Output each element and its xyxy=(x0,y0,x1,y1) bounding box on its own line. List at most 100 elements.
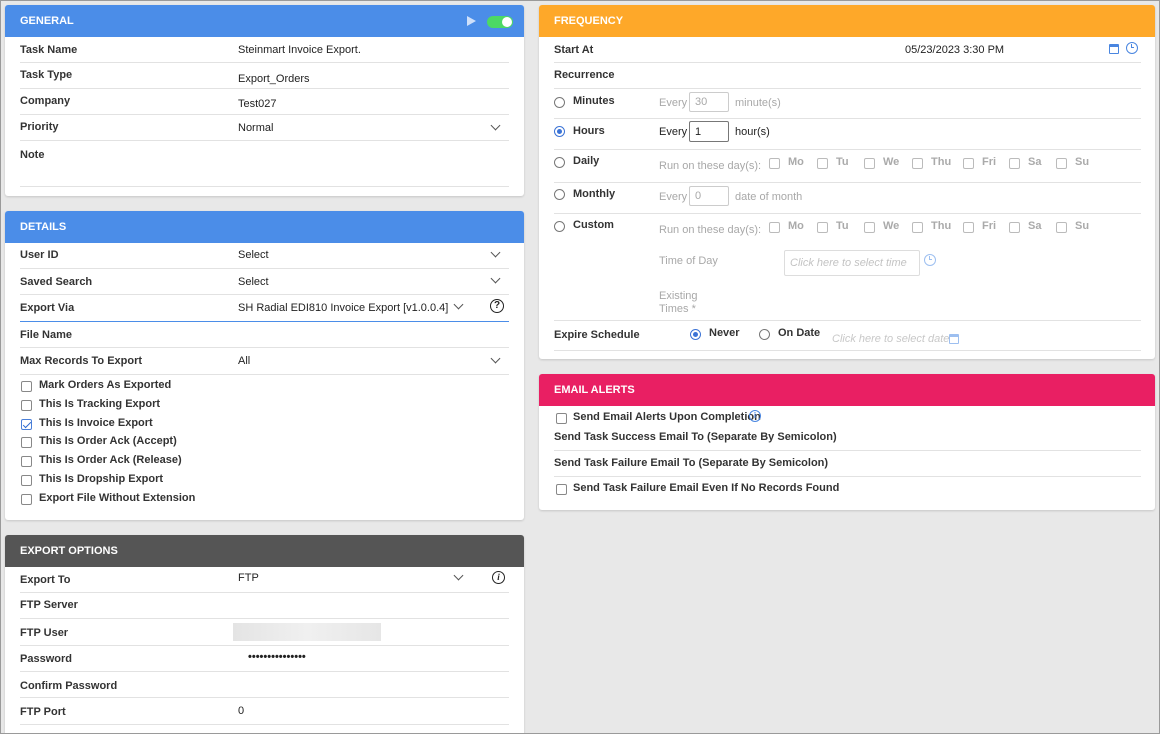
ftp-user-redacted[interactable] xyxy=(233,623,381,641)
checkbox-label[interactable]: This Is Invoice Export xyxy=(39,417,153,429)
on-date-radio[interactable] xyxy=(759,329,770,340)
calendar-icon[interactable] xyxy=(949,334,959,344)
chevron-down-icon[interactable] xyxy=(453,299,464,310)
send-alerts-checkbox[interactable] xyxy=(556,413,567,424)
task-type-field[interactable]: Export_Orders xyxy=(238,73,310,85)
clock-icon[interactable] xyxy=(924,254,936,266)
export-checkbox-item[interactable]: Export File Without Extension xyxy=(20,492,420,508)
calendar-icon[interactable] xyxy=(1109,44,1119,54)
checkbox[interactable] xyxy=(21,475,32,486)
day-checkbox-sa[interactable] xyxy=(1009,222,1020,233)
monthly-radio[interactable] xyxy=(554,189,565,200)
saved-search-row[interactable]: Saved Search Select xyxy=(20,269,509,295)
checkbox-label[interactable]: Mark Orders As Exported xyxy=(39,379,171,391)
export-checkbox-item[interactable]: This Is Order Ack (Release) xyxy=(20,454,420,470)
minutes-radio[interactable] xyxy=(554,97,565,108)
chevron-down-icon[interactable] xyxy=(490,247,501,258)
enable-toggle[interactable] xyxy=(487,16,513,28)
monthly-label[interactable]: Monthly xyxy=(573,188,615,200)
day-checkbox-mo[interactable] xyxy=(769,158,780,169)
priority-select[interactable]: Normal xyxy=(238,122,273,134)
checkbox[interactable] xyxy=(21,399,32,411)
day-checkbox-we[interactable] xyxy=(864,222,875,233)
checkbox-label[interactable]: This Is Tracking Export xyxy=(39,398,160,410)
day-checkbox-fri[interactable] xyxy=(963,222,974,233)
confirm-password-row[interactable]: Confirm Password xyxy=(20,672,509,698)
start-at-field[interactable]: 05/23/2023 3:30 PM xyxy=(905,44,1004,56)
password-field[interactable]: ••••••••••••••• xyxy=(248,651,306,663)
day-checkbox-tu[interactable] xyxy=(817,222,828,233)
export-checkbox-item[interactable]: This Is Invoice Export xyxy=(20,417,420,433)
start-at-row[interactable]: Start At 05/23/2023 3:30 PM xyxy=(554,37,1141,63)
export-via-row[interactable]: Export Via SH Radial EDI810 Invoice Expo… xyxy=(20,295,509,322)
daily-label[interactable]: Daily xyxy=(573,155,599,167)
export-via-select[interactable]: SH Radial EDI810 Invoice Export [v1.0.0.… xyxy=(238,302,448,314)
export-checkbox-item[interactable]: This Is Dropship Export xyxy=(20,473,420,489)
never-label[interactable]: Never xyxy=(709,327,740,339)
checkbox-label[interactable]: This Is Order Ack (Accept) xyxy=(39,435,177,447)
expire-date-input[interactable]: Click here to select date xyxy=(832,333,949,345)
checkbox[interactable] xyxy=(21,456,32,468)
daily-radio[interactable] xyxy=(554,157,565,168)
checkbox-label[interactable]: This Is Order Ack (Release) xyxy=(39,454,182,466)
never-radio[interactable] xyxy=(690,329,701,340)
hours-input[interactable]: 1 xyxy=(689,121,729,142)
day-checkbox-tu[interactable] xyxy=(817,158,828,169)
info-icon[interactable]: i xyxy=(492,571,505,584)
user-id-select[interactable]: Select xyxy=(238,249,269,261)
checkbox[interactable] xyxy=(21,437,32,449)
export-checkbox-item[interactable]: This Is Order Ack (Accept) xyxy=(20,435,420,451)
max-records-row[interactable]: Max Records To Export All xyxy=(20,348,509,375)
checkbox[interactable] xyxy=(21,381,32,392)
on-date-label[interactable]: On Date xyxy=(778,327,820,339)
day-checkbox-su[interactable] xyxy=(1056,158,1067,169)
minutes-label[interactable]: Minutes xyxy=(573,95,615,107)
ftp-server-row[interactable]: FTP Server xyxy=(20,593,509,619)
day-checkbox-we[interactable] xyxy=(864,158,875,169)
custom-label[interactable]: Custom xyxy=(573,219,614,231)
export-to-select[interactable]: FTP xyxy=(238,572,259,584)
priority-row[interactable]: Priority Normal xyxy=(20,115,509,141)
failure-no-records-checkbox[interactable] xyxy=(556,484,567,495)
info-icon[interactable]: i xyxy=(749,410,761,422)
failure-email-row[interactable]: Send Task Failure Email To (Separate By … xyxy=(554,451,1141,477)
play-icon[interactable] xyxy=(467,16,476,26)
day-checkbox-su[interactable] xyxy=(1056,222,1067,233)
export-checkbox-item[interactable]: Mark Orders As Exported xyxy=(20,379,420,395)
checkbox-label[interactable]: This Is Dropship Export xyxy=(39,473,163,485)
time-picker-input[interactable]: Click here to select time xyxy=(784,250,920,276)
hours-radio[interactable] xyxy=(554,126,565,137)
export-checkbox-item[interactable]: This Is Tracking Export xyxy=(20,398,420,414)
max-records-select[interactable]: All xyxy=(238,355,250,367)
checkbox[interactable] xyxy=(21,418,32,430)
chevron-down-icon[interactable] xyxy=(490,273,501,284)
day-checkbox-mo[interactable] xyxy=(769,222,780,233)
day-checkbox-sa[interactable] xyxy=(1009,158,1020,169)
password-row[interactable]: Password ••••••••••••••• xyxy=(20,646,509,672)
ftp-user-row[interactable]: FTP User xyxy=(20,619,509,646)
failure-no-records-label[interactable]: Send Task Failure Email Even If No Recor… xyxy=(573,482,839,494)
custom-radio[interactable] xyxy=(554,221,565,232)
ftp-port-row[interactable]: FTP Port 0 xyxy=(20,698,509,725)
day-checkbox-fri[interactable] xyxy=(963,158,974,169)
chevron-down-icon[interactable] xyxy=(490,120,501,131)
checkbox-label[interactable]: Export File Without Extension xyxy=(39,492,195,504)
task-name-field[interactable]: Steinmart Invoice Export. xyxy=(238,44,361,56)
file-name-row[interactable]: File Name xyxy=(20,322,509,348)
help-icon[interactable]: ? xyxy=(490,299,504,313)
monthly-input[interactable]: 0 xyxy=(689,186,729,206)
user-id-row[interactable]: User ID Select xyxy=(20,243,509,269)
hours-label[interactable]: Hours xyxy=(573,125,605,137)
export-to-row[interactable]: Export To FTP i xyxy=(20,567,509,593)
day-checkbox-thu[interactable] xyxy=(912,158,923,169)
send-alerts-label[interactable]: Send Email Alerts Upon Completion xyxy=(573,411,761,423)
saved-search-select[interactable]: Select xyxy=(238,276,269,288)
chevron-down-icon[interactable] xyxy=(490,353,501,364)
clock-icon[interactable] xyxy=(1126,42,1138,54)
ftp-port-field[interactable]: 0 xyxy=(238,705,244,717)
minutes-input[interactable]: 30 xyxy=(689,92,729,112)
checkbox[interactable] xyxy=(21,493,32,505)
company-field[interactable]: Test027 xyxy=(238,98,277,110)
success-email-row[interactable]: Send Task Success Email To (Separate By … xyxy=(554,425,1141,451)
chevron-down-icon[interactable] xyxy=(453,570,464,581)
